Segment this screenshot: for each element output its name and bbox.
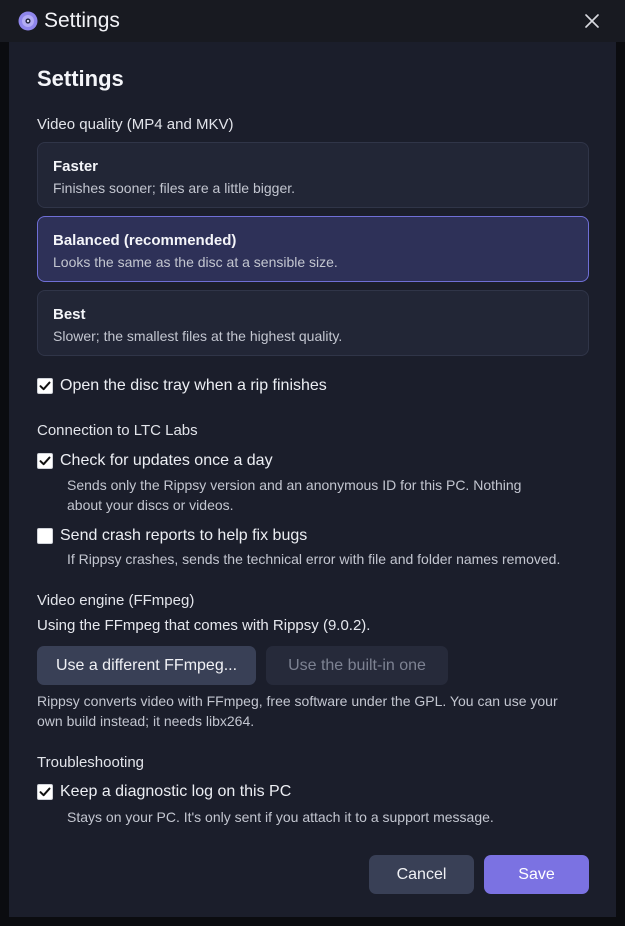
crash-reports-checkbox[interactable] [37,528,53,544]
info-line: Rippsy converts video with FFmpeg, free … [37,693,558,709]
engine-status: Using the FFmpeg that comes with Rippsy … [37,617,371,634]
option-title: Balanced (recommended) [53,232,237,249]
diagnostic-log-help: Stays on your PC. It's only sent if you … [67,809,494,825]
crash-reports-label: Send crash reports to help fix bugs [60,527,308,544]
quality-option-balanced[interactable]: Balanced (recommended) Looks the same as… [37,216,589,282]
checkmark-icon [39,381,51,391]
troubleshooting-label: Troubleshooting [37,754,145,771]
title-bar: Settings [0,0,625,42]
check-updates-checkbox-row[interactable]: Check for updates once a day [37,452,273,470]
open-tray-checkbox-row[interactable]: Open the disc tray when a rip finishes [37,377,327,395]
crash-reports-checkbox-row[interactable]: Send crash reports to help fix bugs [37,527,307,545]
option-description: Looks the same as the disc at a sensible… [53,254,338,270]
diagnostic-log-checkbox[interactable] [37,784,53,800]
use-different-ffmpeg-button[interactable]: Use a different FFmpeg... [37,646,256,685]
quality-option-best[interactable]: Best Slower; the smallest files at the h… [37,290,589,356]
diagnostic-log-checkbox-row[interactable]: Keep a diagnostic log on this PC [37,783,291,801]
engine-label: Video engine (FFmpeg) [37,592,195,609]
open-tray-checkbox[interactable] [37,378,53,394]
help-line: about your discs or videos. [67,497,234,513]
save-button[interactable]: Save [484,855,589,894]
disc-app-icon [18,11,38,31]
option-description: Finishes sooner; files are a little bigg… [53,180,296,196]
engine-info: Rippsy converts video with FFmpeg, free … [37,691,597,731]
option-title: Faster [53,158,99,175]
window-title: Settings [44,9,120,32]
quality-option-faster[interactable]: Faster Finishes sooner; files are a litt… [37,142,589,208]
page-title: Settings [37,66,124,91]
option-title: Best [53,306,86,323]
help-line: Sends only the Rippsy version and an ano… [67,477,522,493]
use-builtin-ffmpeg-button[interactable]: Use the built-in one [266,646,448,685]
diagnostic-log-label: Keep a diagnostic log on this PC [60,783,292,800]
close-icon [585,14,599,28]
open-tray-label: Open the disc tray when a rip finishes [60,377,327,394]
video-quality-label: Video quality (MP4 and MKV) [37,116,234,133]
info-line: own build instead; it needs libx264. [37,713,255,729]
check-updates-label: Check for updates once a day [60,452,273,469]
cancel-button[interactable]: Cancel [369,855,474,894]
checkmark-icon [39,456,51,466]
checkmark-icon [39,787,51,797]
connection-label: Connection to LTC Labs [37,422,198,439]
check-updates-help: Sends only the Rippsy version and an ano… [67,475,521,515]
option-description: Slower; the smallest files at the highes… [53,328,343,344]
check-updates-checkbox[interactable] [37,453,53,469]
close-button[interactable] [578,8,606,34]
crash-reports-help: If Rippsy crashes, sends the technical e… [67,551,561,567]
